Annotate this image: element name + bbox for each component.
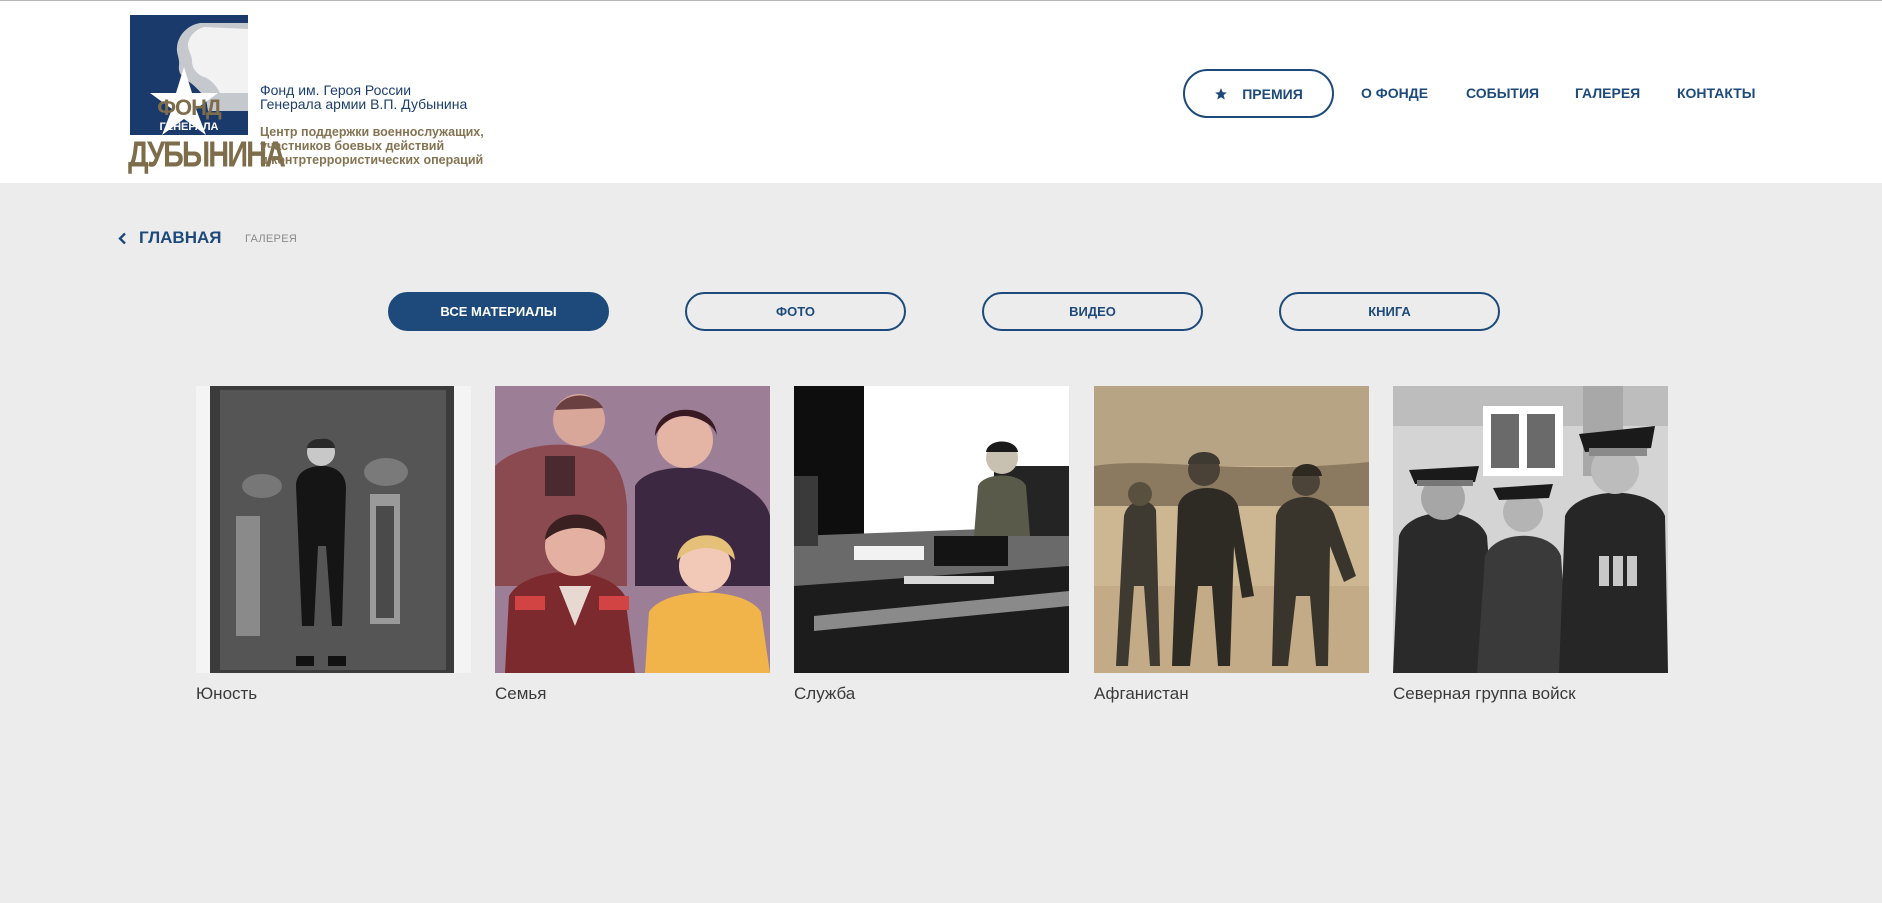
org-tagline-line-3: и контртеррористических операций (260, 153, 484, 167)
logo-word-dubynin: ДУБЫНИНА (128, 135, 286, 175)
nav-contacts[interactable]: КОНТАКТЫ (1677, 85, 1755, 101)
album-thumbnail (1393, 386, 1668, 673)
album-title: Служба (794, 684, 856, 703)
nav-about[interactable]: О ФОНДЕ (1361, 85, 1428, 101)
filter-photo[interactable]: ФОТО (685, 292, 906, 331)
breadcrumb-home-label: ГЛАВНАЯ (139, 228, 222, 247)
filter-book[interactable]: КНИГА (1279, 292, 1500, 331)
filter-all-materials[interactable]: ВСЕ МАТЕРИАЛЫ (388, 292, 609, 331)
foundation-logo[interactable]: ФОНД ГЕНЕРАЛА ДУБЫНИНА (128, 15, 286, 175)
breadcrumb-home-link[interactable]: ГЛАВНАЯ (118, 228, 221, 248)
nav-gallery[interactable]: ГАЛЕРЕЯ (1575, 85, 1640, 101)
album-thumbnail (495, 386, 770, 673)
album-card-youth[interactable]: Юность (196, 386, 471, 704)
album-thumbnail (794, 386, 1069, 673)
org-tagline: Центр поддержки военнослужащих, участник… (260, 125, 520, 167)
breadcrumb-current: ГАЛЕРЕЯ (245, 233, 298, 245)
album-title: Семья (495, 684, 547, 703)
site-header: ФОНД ГЕНЕРАЛА ДУБЫНИНА Фонд им. Героя Ро… (0, 0, 1882, 183)
logo-word-general: ГЕНЕРАЛА (159, 121, 219, 133)
foundation-name: Фонд им. Героя России Генерала армии В.П… (260, 83, 520, 167)
org-tagline-line-2: участников боевых действий (260, 139, 445, 153)
nav-events[interactable]: СОБЫТИЯ (1466, 85, 1539, 101)
album-card-service[interactable]: Служба (794, 386, 1069, 704)
org-title-line-1: Фонд им. Героя России (260, 82, 412, 98)
org-tagline-line-1: Центр поддержки военнослужащих, (260, 125, 484, 139)
album-title: Афганистан (1094, 684, 1189, 703)
album-card-northern-group[interactable]: Северная группа войск (1393, 386, 1668, 704)
nav-prize-button[interactable]: ПРЕМИЯ (1183, 69, 1334, 118)
chevron-left-icon (118, 232, 126, 244)
album-thumbnail (196, 386, 471, 673)
album-title: Северная группа войск (1393, 684, 1576, 703)
star-icon (1215, 87, 1228, 100)
album-card-family[interactable]: Семья (495, 386, 770, 704)
org-title-line-2: Генерала армии В.П. Дубынина (260, 96, 468, 112)
album-title: Юность (196, 684, 258, 703)
filter-video[interactable]: ВИДЕО (982, 292, 1203, 331)
album-thumbnail (1094, 386, 1369, 673)
logo-word-fond: ФОНД (157, 95, 221, 120)
album-card-afghanistan[interactable]: Афганистан (1094, 386, 1369, 704)
nav-prize-label: ПРЕМИЯ (1242, 85, 1303, 102)
